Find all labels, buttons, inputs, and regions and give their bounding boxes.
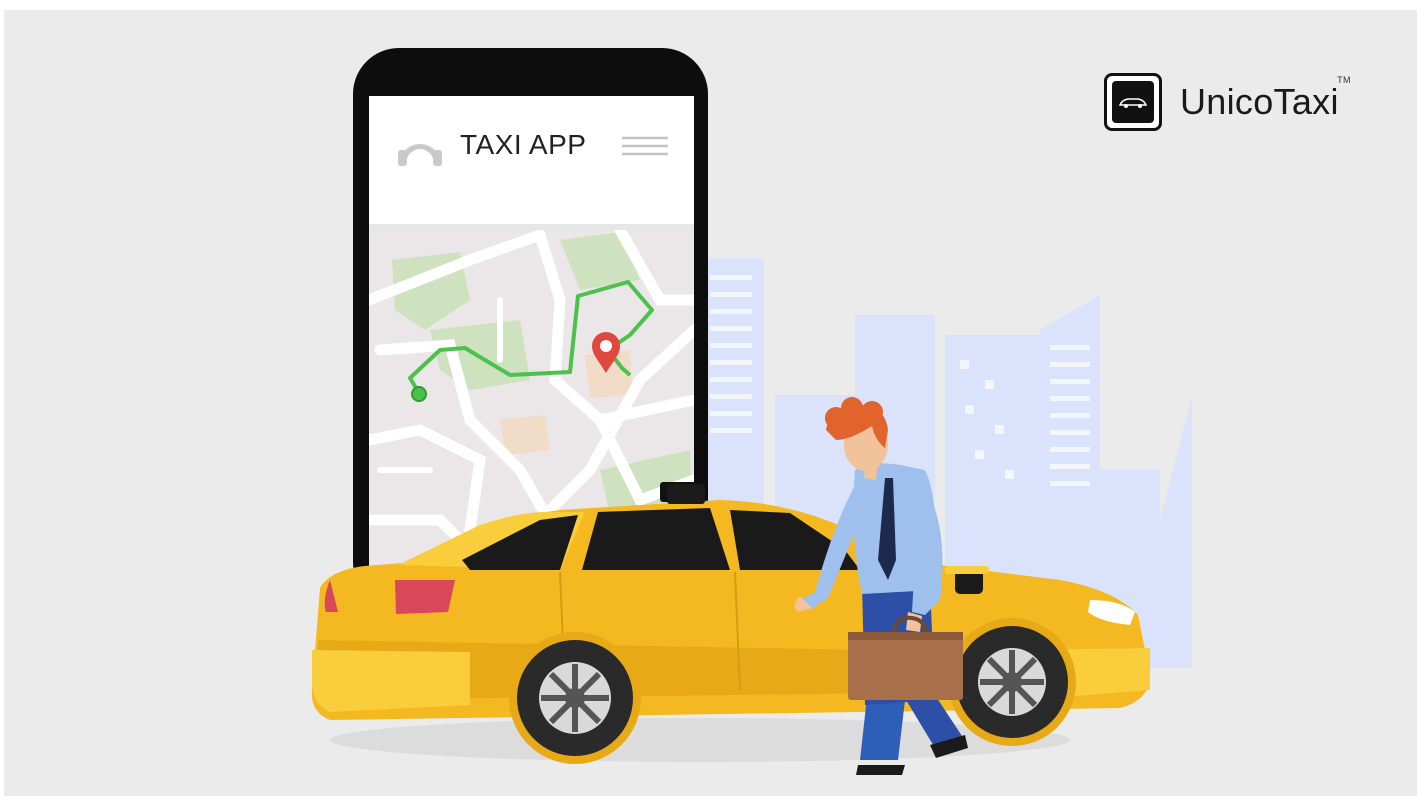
origin-dot-icon — [411, 386, 427, 402]
app-title: TAXI APP — [460, 129, 587, 160]
brand-logo[interactable]: UnicoTaxi TM — [1104, 70, 1350, 134]
car-icon — [1118, 98, 1148, 108]
brand-emblem — [1104, 73, 1162, 131]
rear-wheel — [509, 632, 641, 764]
taxi-app-banner: TAXI APP UnicoTaxi TM — [0, 0, 1421, 799]
trademark-mark: TM — [1337, 75, 1351, 85]
front-wheel — [948, 618, 1076, 746]
brand-name: UnicoTaxi TM — [1180, 75, 1350, 123]
brand-name-text: UnicoTaxi — [1180, 81, 1339, 122]
back-door-window — [582, 508, 730, 570]
briefcase — [848, 632, 963, 700]
